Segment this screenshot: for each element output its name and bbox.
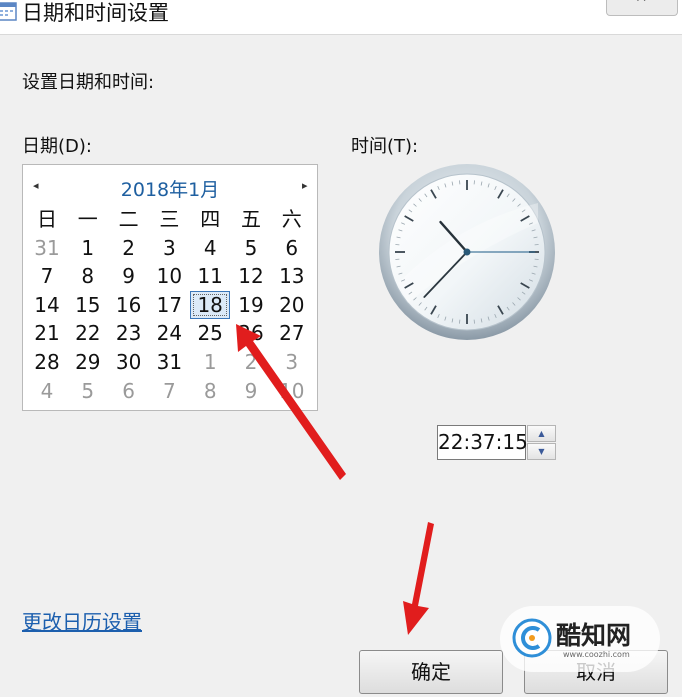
calendar-day[interactable]: 13 (272, 262, 312, 290)
calendar-day[interactable]: 2 (109, 234, 149, 262)
calendar-day[interactable]: 30 (109, 348, 149, 376)
spin-up-button[interactable]: ▲ (527, 425, 556, 442)
weekday-header: 一 (77, 207, 98, 231)
calendar-day[interactable]: 31 (27, 234, 67, 262)
calendar-day[interactable]: 20 (272, 291, 312, 319)
calendar-day[interactable]: 25 (190, 319, 230, 347)
annotation-arrow-ok (403, 522, 434, 635)
calendar-day[interactable]: 18 (190, 290, 231, 319)
calendar-day[interactable]: 9 (109, 262, 149, 290)
calendar-day[interactable]: 7 (27, 262, 67, 290)
change-calendar-settings-link[interactable]: 更改日历设置 (22, 606, 142, 635)
calendar-day[interactable]: 21 (27, 319, 67, 347)
close-button[interactable]: ✕ (606, 0, 678, 16)
spin-down-button[interactable]: ▼ (527, 443, 556, 460)
ok-button[interactable]: 确定 (359, 650, 503, 694)
instruction-label: 设置日期和时间: (22, 72, 155, 93)
calendar-day[interactable]: 6 (109, 377, 149, 405)
weekday-header: 四 (200, 207, 221, 231)
calendar-day[interactable]: 5 (231, 234, 271, 262)
title-bar: 日期和时间设置 ✕ (0, 0, 682, 35)
analog-clock (379, 164, 555, 340)
next-month-button[interactable]: ▸ (302, 179, 308, 192)
calendar-day[interactable]: 8 (190, 377, 230, 405)
calendar-day[interactable]: 10 (149, 262, 189, 290)
calendar-day[interactable]: 29 (68, 348, 108, 376)
calendar-day[interactable]: 11 (190, 262, 230, 290)
calendar-day[interactable]: 17 (149, 291, 189, 319)
calendar-day[interactable]: 10 (272, 377, 312, 405)
weekday-header: 日 (37, 207, 57, 231)
calendar-day[interactable]: 24 (149, 319, 189, 347)
calendar-day[interactable]: 3 (272, 348, 312, 376)
weekday-header: 三 (159, 207, 180, 231)
calendar-day[interactable]: 23 (109, 319, 149, 347)
calendar-day[interactable]: 28 (27, 348, 67, 376)
calendar-icon (0, 2, 17, 21)
calendar-day[interactable]: 16 (109, 291, 149, 319)
watermark-name: 酷知网 (556, 621, 632, 650)
calendar-month-title[interactable]: 2018年1月 (23, 175, 317, 202)
calendar-day[interactable]: 7 (149, 377, 189, 405)
calendar: ◂ 2018年1月 ▸ 日一二三四五六 31 1 2 3 4 5 6 7 8 9 10 11 12 13 14… (22, 164, 318, 411)
calendar-day[interactable]: 22 (68, 319, 108, 347)
calendar-day[interactable]: 8 (68, 262, 108, 290)
calendar-day[interactable]: 6 (272, 234, 312, 262)
calendar-day[interactable]: 9 (231, 377, 271, 405)
calendar-day[interactable]: 14 (27, 291, 67, 319)
time-label: 时间(T): (351, 136, 419, 157)
calendar-day[interactable]: 19 (231, 291, 271, 319)
calendar-day[interactable]: 26 (231, 319, 271, 347)
time-input[interactable]: 22:37:15 (437, 425, 528, 460)
calendar-day[interactable]: 2 (231, 348, 271, 376)
weekday-header: 五 (241, 207, 261, 231)
window-title: 日期和时间设置 (22, 1, 169, 25)
watermark: 酷知网 www.coozhi.com (500, 606, 660, 672)
close-icon: ✕ (635, 0, 648, 6)
time-spinner: ▲ ▼ (527, 425, 557, 461)
calendar-day[interactable]: 4 (27, 377, 67, 405)
calendar-day[interactable]: 1 (68, 234, 108, 262)
calendar-day[interactable]: 15 (68, 291, 108, 319)
calendar-day[interactable]: 31 (149, 348, 189, 376)
calendar-day[interactable]: 27 (272, 319, 312, 347)
calendar-day[interactable]: 5 (68, 377, 108, 405)
weekday-header: 六 (281, 207, 302, 231)
weekday-header: 二 (118, 207, 139, 231)
watermark-url: www.coozhi.com (563, 650, 630, 659)
calendar-day[interactable]: 12 (231, 262, 271, 290)
calendar-day[interactable]: 4 (190, 234, 230, 262)
calendar-day[interactable]: 1 (190, 348, 230, 376)
date-label: 日期(D): (22, 136, 92, 157)
calendar-day[interactable]: 3 (149, 234, 189, 262)
watermark-logo (512, 618, 552, 658)
